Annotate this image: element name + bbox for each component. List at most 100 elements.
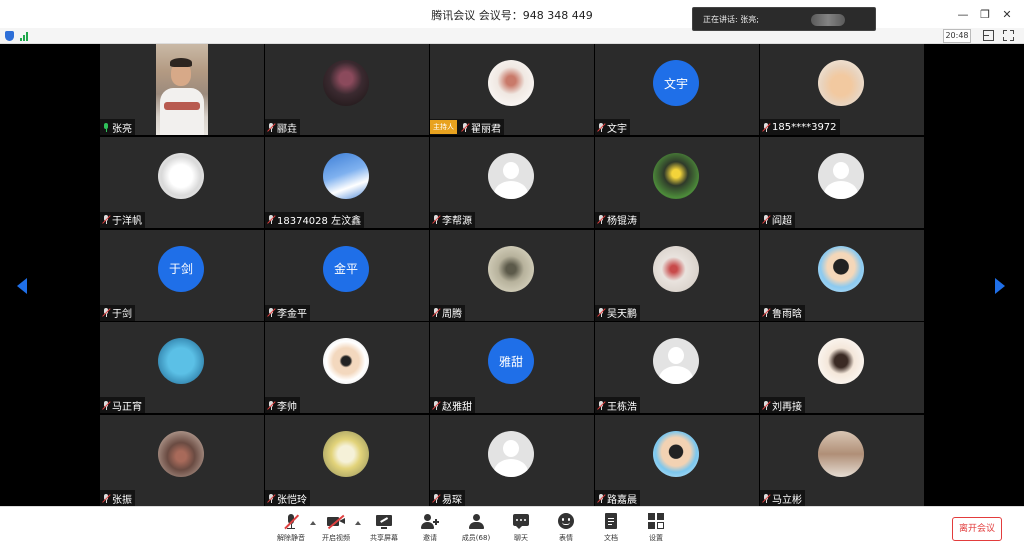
participant-name: 于洋帆 [112, 216, 142, 228]
participant-label: 周腾 [430, 304, 465, 321]
meeting-toolbar: 解除静音 开启视频 共享屏幕 邀请 成员(68) 聊天 表情 文档 设置 离开会… [0, 506, 1024, 550]
avatar [488, 60, 534, 106]
chat-bubble-icon [512, 513, 530, 530]
avatar [653, 245, 699, 292]
chat-button[interactable]: 聊天 [501, 513, 541, 549]
avatar [323, 338, 369, 385]
participant-name: 翟丽君 [471, 123, 501, 135]
participant-tile[interactable]: 张亮 [100, 44, 264, 135]
default-avatar-icon [818, 152, 864, 199]
avatar [653, 152, 699, 199]
participant-tile[interactable]: 于洋帆 [100, 136, 264, 228]
participant-name: 周腾 [442, 309, 462, 320]
participant-tile[interactable]: 金平 李金平 [265, 229, 429, 321]
mic-muted-icon [596, 307, 606, 318]
video-stage: 张亮 郦垚 主持人 翟丽君 文宇 文宇 185****3972 于洋帆 18374028 左汶鑫… [0, 44, 1024, 506]
participant-tile[interactable]: 185****3972 [760, 44, 924, 135]
avatar [158, 431, 204, 477]
participant-tile[interactable]: 李帅 [265, 322, 429, 414]
video-options-chevron-icon[interactable] [355, 521, 361, 525]
camera-off-icon [327, 513, 345, 530]
mic-muted-icon [460, 122, 470, 133]
documents-button[interactable]: 文档 [591, 513, 631, 549]
participant-tile[interactable]: 文宇 文宇 [595, 44, 759, 135]
participant-tile[interactable]: 主持人 翟丽君 [430, 44, 594, 135]
fullscreen-icon[interactable] [1003, 30, 1014, 41]
add-user-icon [421, 513, 439, 530]
participant-name: 张恺玲 [277, 494, 307, 506]
participant-tile[interactable]: 张恺玲 [265, 415, 429, 506]
participant-label: 张恺玲 [265, 490, 310, 506]
participant-name: 李帮源 [442, 216, 472, 228]
participant-tile[interactable]: 周腾 [430, 229, 594, 321]
previous-page-arrow-icon[interactable] [17, 278, 27, 294]
invite-button[interactable]: 邀请 [410, 513, 450, 549]
mic-muted-icon [761, 400, 771, 411]
participant-name: 张亮 [112, 123, 132, 135]
members-button[interactable]: 成员(68) [456, 513, 496, 549]
participant-tile[interactable]: 马正宵 [100, 322, 264, 414]
participant-label: 李金平 [265, 304, 310, 321]
meeting-time: 20:48 [943, 29, 971, 43]
avatar [818, 60, 864, 106]
mic-muted-icon [761, 214, 771, 225]
participant-tile[interactable]: 马立彬 [760, 415, 924, 506]
participant-label: 马正宵 [100, 397, 145, 414]
participant-tile[interactable]: 张振 [100, 415, 264, 506]
participant-tile[interactable]: 18374028 左汶鑫 [265, 136, 429, 228]
participant-label: 赵雅甜 [430, 397, 475, 414]
mic-muted-icon [431, 493, 441, 504]
mic-muted-icon [266, 122, 276, 133]
participant-tile[interactable]: 雅甜 赵雅甜 [430, 322, 594, 414]
avatar [653, 431, 699, 477]
meeting-window: 腾讯会议 会议号：948 348 449 — ❐ ✕ 正在讲话: 张亮; 20:… [0, 0, 1024, 550]
participant-tile[interactable]: 于剑 于剑 [100, 229, 264, 321]
avatar-initials: 文宇 [653, 60, 699, 106]
participant-name: 于剑 [112, 309, 132, 320]
participant-tile[interactable]: 路嘉晨 [595, 415, 759, 506]
participant-tile[interactable]: 易琛 [430, 415, 594, 506]
participant-tile[interactable]: 王栋浩 [595, 322, 759, 414]
share-screen-button[interactable]: 共享屏幕 [364, 513, 404, 549]
participant-tile[interactable]: 郦垚 [265, 44, 429, 135]
participant-name: 马立彬 [772, 494, 802, 506]
settings-button[interactable]: 设置 [636, 513, 676, 549]
mic-muted-icon [596, 122, 606, 133]
unmute-button[interactable]: 解除静音 [271, 513, 311, 549]
speaking-indicator: 正在讲话: 张亮; [692, 7, 876, 31]
start-video-button[interactable]: 开启视频 [316, 513, 356, 549]
participant-name: 易琛 [442, 494, 462, 506]
next-page-arrow-icon[interactable] [995, 278, 1005, 294]
participant-label: 李帮源 [430, 211, 475, 228]
participant-name: 18374028 左汶鑫 [277, 216, 362, 228]
layout-toggle-icon[interactable] [983, 30, 994, 41]
participant-tile[interactable]: 吴天鹏 [595, 229, 759, 321]
avatar-initials: 金平 [323, 245, 369, 292]
blurred-avatar-icon [811, 14, 845, 26]
close-icon[interactable]: ✕ [996, 4, 1018, 24]
minimize-icon[interactable]: — [952, 4, 974, 24]
participant-tile[interactable]: 李帮源 [430, 136, 594, 228]
participant-tile[interactable]: 鲁雨晗 [760, 229, 924, 321]
settings-grid-icon [647, 513, 665, 530]
network-signal-icon[interactable] [20, 31, 28, 41]
mic-muted-icon [596, 214, 606, 225]
restore-icon[interactable]: ❐ [974, 4, 996, 24]
participant-label: 刘再接 [760, 397, 805, 414]
leave-meeting-button[interactable]: 离开会议 [952, 517, 1002, 541]
mic-muted-icon [596, 493, 606, 504]
participant-tile[interactable]: 阎超 [760, 136, 924, 228]
avatar [818, 245, 864, 292]
muted-mic-icon [282, 513, 300, 530]
mic-muted-icon [101, 214, 111, 225]
emoji-button[interactable]: 表情 [546, 513, 586, 549]
mic-muted-icon [761, 493, 771, 504]
participant-tile[interactable]: 杨锟涛 [595, 136, 759, 228]
participant-name: 马正宵 [112, 401, 142, 413]
participant-label: 主持人 翟丽君 [430, 119, 504, 135]
security-shield-icon[interactable] [5, 31, 14, 41]
avatar [158, 152, 204, 199]
participant-label: 易琛 [430, 490, 465, 506]
participant-label: 于洋帆 [100, 211, 145, 228]
participant-tile[interactable]: 刘再接 [760, 322, 924, 414]
